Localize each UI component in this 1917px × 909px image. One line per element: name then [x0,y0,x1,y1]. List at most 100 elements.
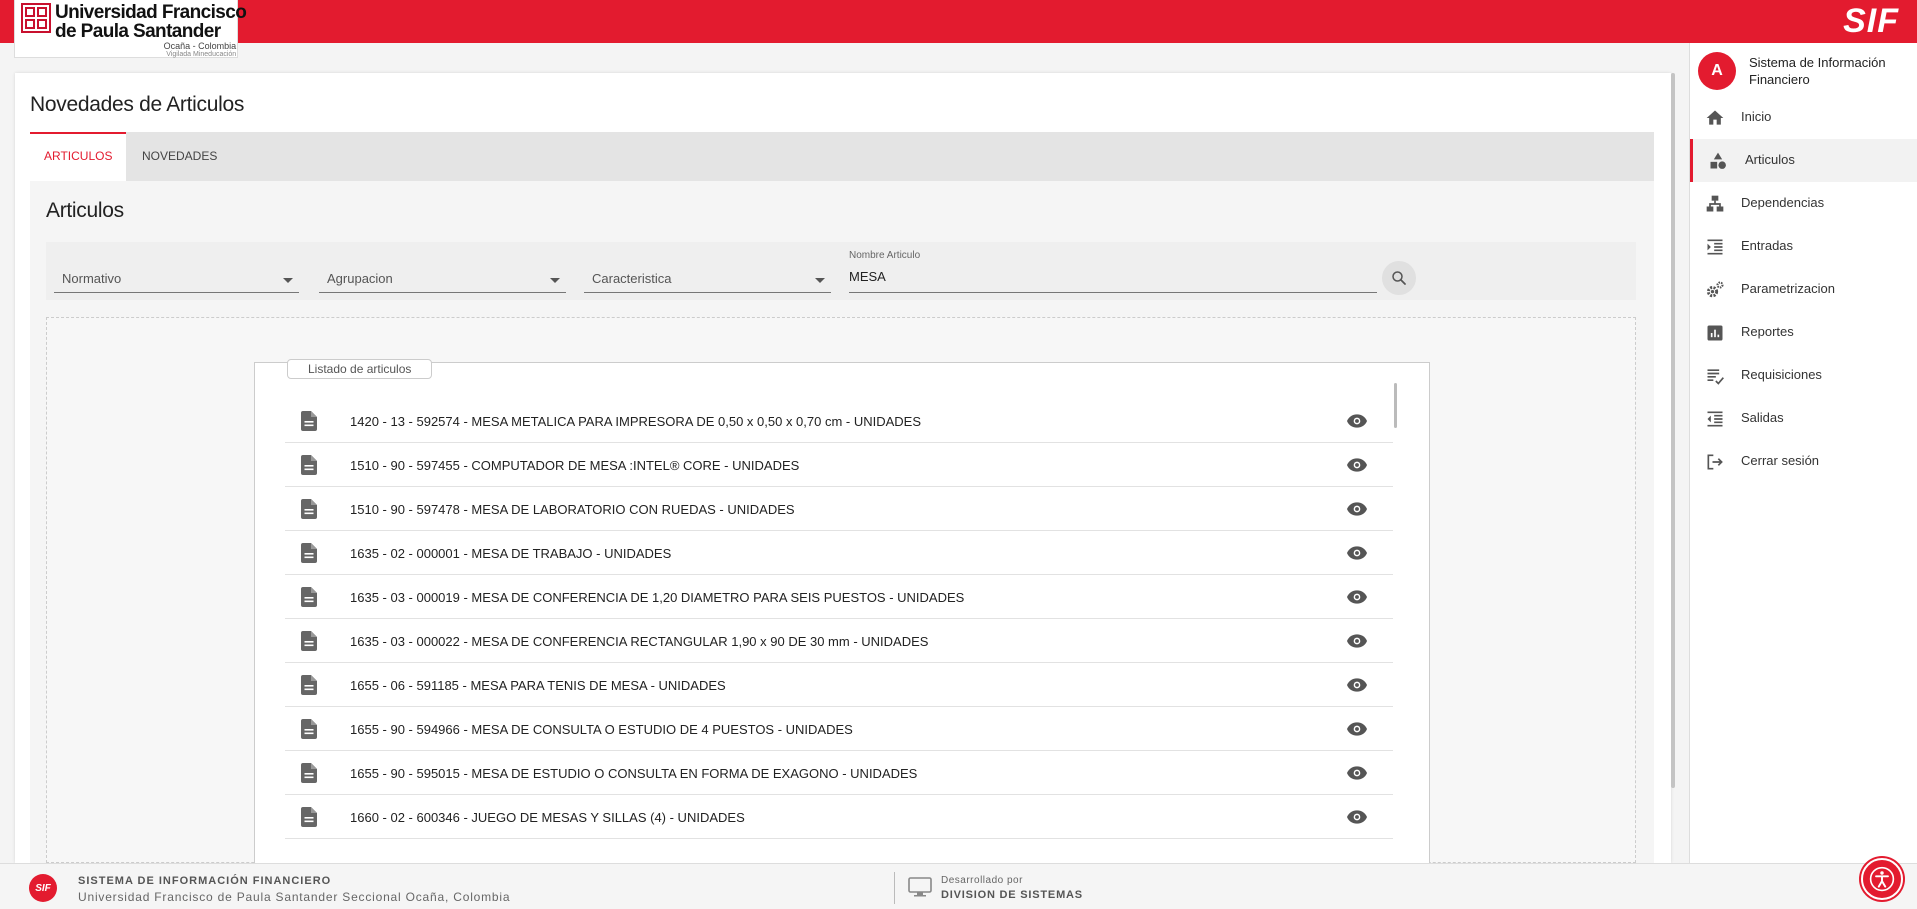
sidebar-item-label: Articulos [1745,152,1795,167]
view-icon[interactable] [1347,722,1367,741]
avatar[interactable]: A [1698,52,1736,90]
search-icon [1392,271,1406,285]
list-item: 1635 - 03 - 000019 - MESA DE CONFERENCIA… [285,575,1393,619]
tab-articulos[interactable]: ARTICULOS [30,132,127,181]
page-title: Novedades de Articulos [30,93,245,116]
hierarchy-icon [1705,194,1725,214]
list-item: 1635 - 03 - 000022 - MESA DE CONFERENCIA… [285,619,1393,663]
footer-divider [894,872,895,904]
indent-icon [1705,237,1725,257]
sidebar-item-label: Inicio [1741,109,1772,124]
list-item: 1510 - 90 - 597478 - MESA DE LABORATORIO… [285,487,1393,531]
footer-subtitle: Universidad Francisco de Paula Santander… [78,890,511,904]
list-item-text: 1660 - 02 - 600346 - JUEGO DE MESAS Y SI… [350,810,745,825]
list-item: 1655 - 90 - 595015 - MESA DE ESTUDIO O C… [285,751,1393,795]
footer-sif-logo: SIF [29,874,57,902]
view-icon[interactable] [1347,678,1367,697]
university-emblem-icon [21,3,51,33]
list-item-text: 1655 - 90 - 594966 - MESA DE CONSULTA O … [350,722,853,737]
monitor-icon [908,877,932,897]
list-scrollbar[interactable] [1394,383,1397,428]
sidebar-item-dependencias[interactable]: Dependencias [1690,182,1917,225]
caracteristica-select[interactable]: Caracteristica [584,261,831,293]
footer-dev-name: DIVISION DE SISTEMAS [941,889,1083,901]
section-title: Articulos [46,199,124,222]
document-icon [301,499,317,524]
view-icon[interactable] [1347,766,1367,785]
sidebar: A Sistema de Información Financiero Inic… [1689,43,1917,863]
normativo-select-label: Normativo [62,271,122,286]
list-item-text: 1655 - 90 - 595015 - MESA DE ESTUDIO O C… [350,766,918,781]
view-icon[interactable] [1347,546,1367,565]
footer-title: SISTEMA DE INFORMACIÓN FINANCIERO [78,875,332,887]
sidebar-item-inicio[interactable]: Inicio [1690,96,1917,139]
document-icon [301,455,317,480]
list-item-text: 1420 - 13 - 592574 - MESA METALICA PARA … [350,414,922,429]
view-icon[interactable] [1347,458,1367,477]
view-icon[interactable] [1347,810,1367,829]
caracteristica-select-label: Caracteristica [592,271,672,286]
sidebar-item-entradas[interactable]: Entradas [1690,225,1917,268]
sidebar-item-label: Salidas [1741,410,1784,425]
search-button[interactable] [1382,261,1416,295]
list-item: 1635 - 02 - 000001 - MESA DE TRABAJO - U… [285,531,1393,575]
logout-icon [1705,452,1725,472]
list-item-text: 1510 - 90 - 597478 - MESA DE LABORATORIO… [350,502,795,517]
list-item-text: 1635 - 03 - 000022 - MESA DE CONFERENCIA… [350,634,929,649]
list-item: 1510 - 90 - 597455 - COMPUTADOR DE MESA … [285,443,1393,487]
sidebar-item-reportes[interactable]: Reportes [1690,311,1917,354]
sidebar-item-salidas[interactable]: Salidas [1690,397,1917,440]
sidebar-item-label: Reportes [1741,324,1794,339]
logo-line-1: Universidad Francisco [55,2,247,23]
nombre-articulo-input[interactable] [849,269,1369,284]
list-item: 1655 - 06 - 591185 - MESA PARA TENIS DE … [285,663,1393,707]
list-item: 1420 - 13 - 592574 - MESA METALICA PARA … [285,399,1393,443]
shapes-icon [1708,151,1728,171]
list-item-text: 1635 - 03 - 000019 - MESA DE CONFERENCIA… [350,590,965,605]
top-bar: SIF [0,0,1917,43]
user-info: A Sistema de Información Financiero [1698,52,1899,90]
filter-bar: Normativo Agrupacion Caracteristica Nomb… [46,242,1636,300]
document-icon [301,675,317,700]
view-icon[interactable] [1347,590,1367,609]
list-item: 1655 - 90 - 594966 - MESA DE CONSULTA O … [285,707,1393,751]
footer-dev-label: Desarrollado por [941,875,1023,886]
sidebar-item-cerrar-sesion[interactable]: Cerrar sesión [1690,440,1917,483]
sidebar-nav: Inicio Articulos Dependencias Entradas Param… [1690,96,1917,483]
nombre-articulo-label: Nombre Articulo [849,250,921,261]
document-icon [301,587,317,612]
sidebar-item-requisiciones[interactable]: Requisiciones [1690,354,1917,397]
sidebar-item-label: Cerrar sesión [1741,453,1820,468]
accessibility-button[interactable] [1861,858,1903,900]
document-icon [301,807,317,832]
agrupacion-select[interactable]: Agrupacion [319,261,566,293]
home-icon [1705,108,1725,128]
results-area: Listado de articulos 1420 - 13 - 592574 … [46,317,1636,864]
tab-content: Articulos Normativo Agrupacion Caracteri… [30,181,1654,864]
logo-line-3: Ocaña - Colombia [163,41,237,51]
gears-icon [1705,280,1725,300]
document-icon [301,763,317,788]
sidebar-item-label: Requisiciones [1741,367,1822,382]
list-item-text: 1510 - 90 - 597455 - COMPUTADOR DE MESA … [350,458,800,473]
articles-list-legend: Listado de articulos [287,359,433,379]
main-scrollbar[interactable] [1671,73,1675,788]
university-logo[interactable]: Universidad Francisco de Paula Santander… [14,0,247,58]
tab-novedades[interactable]: NOVEDADES [128,132,231,181]
document-icon [301,543,317,568]
chart-icon [1705,323,1725,343]
view-icon[interactable] [1347,502,1367,521]
user-name: Sistema de Información Financiero [1749,55,1886,87]
sidebar-item-label: Dependencias [1741,195,1825,210]
chevron-down-icon [283,278,293,283]
normativo-select[interactable]: Normativo [54,261,299,293]
chevron-down-icon [550,278,560,283]
sidebar-item-parametrizacion[interactable]: Parametrizacion [1690,268,1917,311]
sidebar-item-articulos[interactable]: Articulos [1690,139,1917,182]
view-icon[interactable] [1347,634,1367,653]
articles-list: Listado de articulos 1420 - 13 - 592574 … [254,359,1430,864]
articles-rows: 1420 - 13 - 592574 - MESA METALICA PARA … [285,399,1393,839]
list-item-text: 1655 - 06 - 591185 - MESA PARA TENIS DE … [350,678,726,693]
view-icon[interactable] [1347,414,1367,433]
logo-line-4: Vigilada Mineducación [166,51,237,58]
